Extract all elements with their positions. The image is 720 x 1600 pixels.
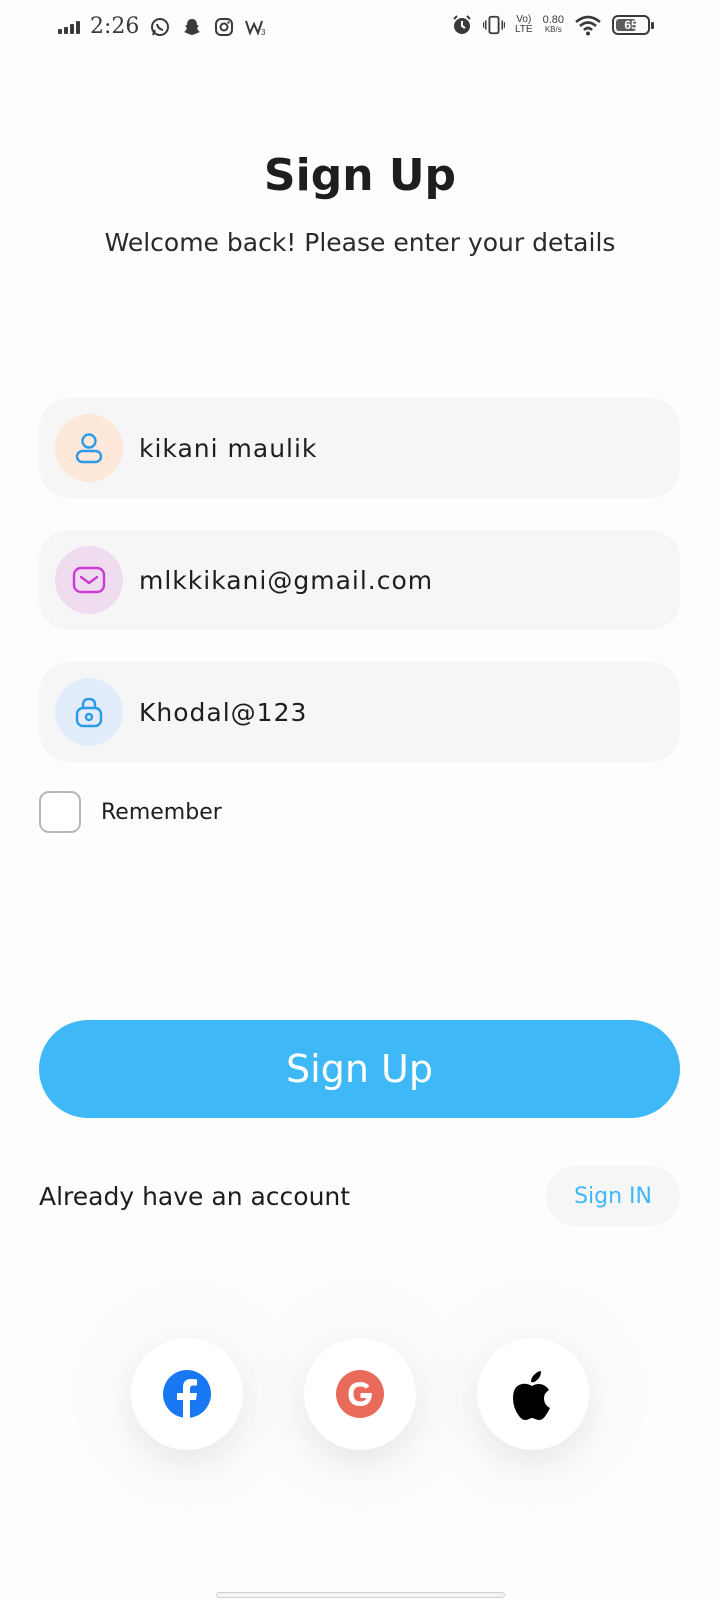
status-left: 2:26 3 bbox=[58, 14, 267, 39]
whatsapp-icon bbox=[149, 16, 171, 38]
password-icon-circle bbox=[55, 678, 123, 746]
apple-login-button[interactable] bbox=[477, 1338, 589, 1450]
google-login-button[interactable] bbox=[304, 1338, 416, 1450]
lock-icon bbox=[75, 697, 103, 728]
status-right: Vo) LTE 0.80 KB/s 65 bbox=[451, 14, 654, 36]
status-time: 2:26 bbox=[90, 14, 140, 39]
instagram-icon bbox=[213, 16, 235, 38]
cell-signal-icon bbox=[58, 20, 80, 34]
alarm-icon bbox=[451, 14, 473, 36]
battery-level: 65 bbox=[624, 18, 638, 32]
home-indicator[interactable] bbox=[216, 1592, 505, 1598]
account-prompt: Already have an account bbox=[39, 1181, 351, 1211]
svg-text:3: 3 bbox=[261, 28, 266, 37]
name-icon-circle bbox=[55, 414, 123, 482]
signup-button[interactable]: Sign Up bbox=[39, 1020, 680, 1118]
password-field[interactable] bbox=[39, 662, 680, 762]
w-app-icon: 3 bbox=[245, 16, 267, 38]
email-field[interactable] bbox=[39, 530, 680, 630]
name-field[interactable] bbox=[39, 398, 680, 498]
signup-screen: 2:26 3 Vo) LTE 0.80 KB/s 65 Sign Up Welc… bbox=[0, 0, 720, 1600]
mail-icon bbox=[72, 566, 106, 594]
remember-label[interactable]: Remember bbox=[101, 800, 222, 825]
status-bar: 2:26 3 Vo) LTE 0.80 KB/s 65 bbox=[0, 0, 720, 56]
name-input[interactable] bbox=[139, 433, 639, 463]
page-title: Sign Up bbox=[263, 150, 457, 201]
email-input[interactable] bbox=[139, 565, 639, 595]
email-icon-circle bbox=[55, 546, 123, 614]
remember-row[interactable]: Remember bbox=[39, 791, 222, 833]
facebook-login-button[interactable] bbox=[131, 1338, 243, 1450]
facebook-icon bbox=[163, 1370, 211, 1418]
google-icon bbox=[336, 1370, 384, 1418]
network-speed-unit: KB/s bbox=[544, 25, 562, 34]
apple-icon bbox=[513, 1371, 550, 1420]
user-icon bbox=[75, 433, 103, 464]
wifi-icon bbox=[574, 14, 602, 36]
signin-row: Already have an account Sign IN bbox=[39, 1166, 680, 1226]
remember-checkbox[interactable] bbox=[39, 791, 81, 833]
snapchat-icon bbox=[181, 16, 203, 38]
signin-button[interactable]: Sign IN bbox=[546, 1166, 680, 1226]
page-subtitle: Welcome back! Please enter your details bbox=[104, 228, 616, 257]
password-input[interactable] bbox=[139, 697, 639, 727]
network-speed: 0.80 KB/s bbox=[543, 15, 564, 35]
battery-icon: 65 bbox=[612, 15, 654, 35]
vibrate-icon bbox=[482, 14, 505, 36]
network-speed-value: 0.80 bbox=[542, 14, 564, 26]
volte-icon: Vo) LTE bbox=[514, 14, 533, 35]
